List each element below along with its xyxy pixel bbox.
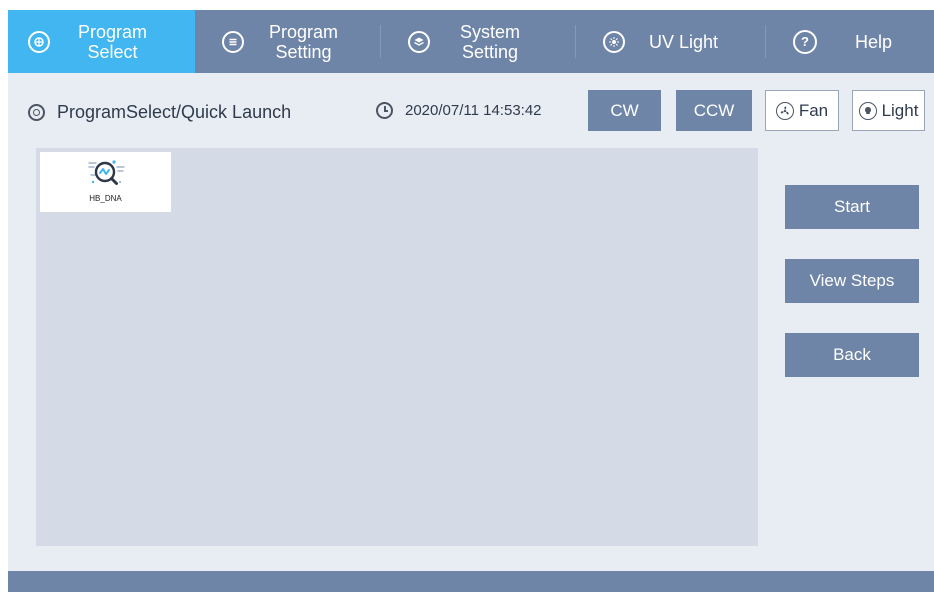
nav-program-select-line2: Select — [87, 41, 138, 62]
program-card-label: HB_DNA — [89, 194, 122, 203]
uv-light-icon — [603, 30, 625, 53]
fan-icon — [775, 101, 794, 120]
light-button[interactable]: Light — [852, 90, 925, 131]
target-icon — [28, 104, 45, 121]
nav-program-select-line1: Program — [78, 21, 148, 42]
nav-program-setting[interactable]: Program Setting — [195, 10, 381, 73]
program-setting-icon — [222, 30, 244, 53]
app-window: Program Select Program Setting System Se… — [8, 10, 934, 592]
light-label: Light — [881, 100, 919, 120]
start-button[interactable]: Start — [785, 185, 919, 229]
nav-help[interactable]: ? Help — [766, 10, 934, 73]
help-icon: ? — [793, 29, 817, 54]
breadcrumb: ProgramSelect/Quick Launch — [28, 102, 291, 123]
nav-system-setting-line1: System — [460, 21, 521, 42]
program-select-icon — [28, 30, 50, 53]
system-setting-icon — [408, 30, 430, 53]
nav-help-label: Help — [855, 31, 893, 52]
breadcrumb-text: ProgramSelect/Quick Launch — [57, 102, 292, 122]
cw-button[interactable]: CW — [588, 90, 661, 131]
view-steps-button[interactable]: View Steps — [785, 259, 919, 303]
top-nav: Program Select Program Setting System Se… — [8, 10, 934, 73]
nav-system-setting[interactable]: System Setting — [381, 10, 576, 73]
nav-program-setting-line2: Setting — [275, 41, 332, 62]
nav-program-setting-line1: Program — [269, 21, 339, 42]
nav-program-select[interactable]: Program Select — [8, 10, 195, 73]
alarm-clock-icon — [376, 102, 393, 119]
ccw-button[interactable]: CCW — [676, 90, 752, 131]
footer-bar — [8, 571, 934, 592]
datetime-display: 2020/07/11 14:53:42 — [376, 102, 542, 119]
program-list-panel: HB_DNA — [36, 148, 758, 546]
nav-uv-light[interactable]: UV Light — [576, 10, 766, 73]
light-bulb-icon — [858, 101, 877, 120]
dna-search-icon — [87, 160, 125, 185]
nav-uv-light-label: UV Light — [649, 31, 719, 52]
program-card[interactable]: HB_DNA — [40, 152, 171, 212]
back-button[interactable]: Back — [785, 333, 919, 377]
nav-system-setting-line2: Setting — [461, 41, 519, 62]
fan-button[interactable]: Fan — [765, 90, 839, 131]
datetime-text: 2020/07/11 14:53:42 — [405, 102, 542, 119]
fan-label: Fan — [798, 100, 829, 120]
